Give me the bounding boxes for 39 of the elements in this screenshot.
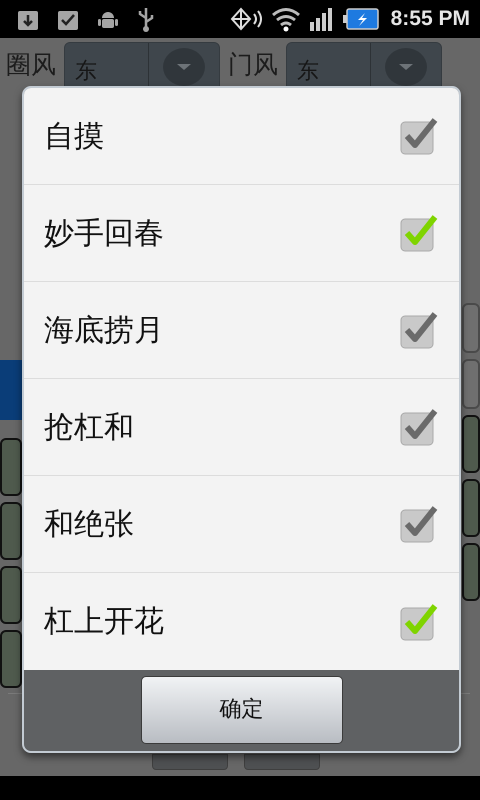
mahjong-tile[interactable] <box>462 303 480 353</box>
option-label: 妙手回春 <box>44 214 164 252</box>
option-label: 和绝张 <box>44 506 134 544</box>
field-label: 圈风 <box>6 52 56 77</box>
highlight-bar <box>0 360 22 420</box>
checkbox[interactable] <box>399 116 439 156</box>
checkbox[interactable] <box>399 504 439 544</box>
option-row[interactable]: 妙手回春 <box>24 185 459 282</box>
option-label: 海底捞月 <box>44 312 164 350</box>
checkbox[interactable] <box>399 310 439 350</box>
usb-icon <box>136 5 156 33</box>
option-row[interactable]: 抢杠和 <box>24 379 459 476</box>
option-row[interactable]: 杠上开花 <box>24 573 459 670</box>
button[interactable] <box>152 754 228 770</box>
mahjong-tile[interactable] <box>0 566 22 624</box>
checkbox[interactable] <box>399 213 439 253</box>
option-label: 自摸 <box>44 118 104 156</box>
checkbox[interactable] <box>399 602 439 642</box>
option-row[interactable]: 和绝张 <box>24 476 459 573</box>
mahjong-tile[interactable] <box>462 415 480 473</box>
button[interactable] <box>244 754 320 770</box>
option-row[interactable]: 自摸 <box>24 88 459 185</box>
confirm-button[interactable]: 确定 <box>140 676 342 744</box>
gps-icon <box>228 6 263 32</box>
mahjong-tile[interactable] <box>462 479 480 537</box>
option-label: 杠上开花 <box>44 603 164 641</box>
checkbox[interactable] <box>399 407 439 447</box>
mahjong-tile[interactable] <box>0 502 22 560</box>
mahjong-tile[interactable] <box>0 630 22 688</box>
battery-charging-icon <box>342 7 379 31</box>
mahjong-tile[interactable] <box>0 438 22 496</box>
mahjong-tile[interactable] <box>462 543 480 601</box>
field-label: 门风 <box>228 52 278 77</box>
clock-time: 8:55 PM <box>390 6 470 32</box>
wifi-icon <box>270 6 301 32</box>
mahjong-tile[interactable] <box>462 359 480 409</box>
signal-icon <box>308 6 335 32</box>
option-label: 抢杠和 <box>44 408 134 446</box>
option-row[interactable]: 海底捞月 <box>24 282 459 379</box>
